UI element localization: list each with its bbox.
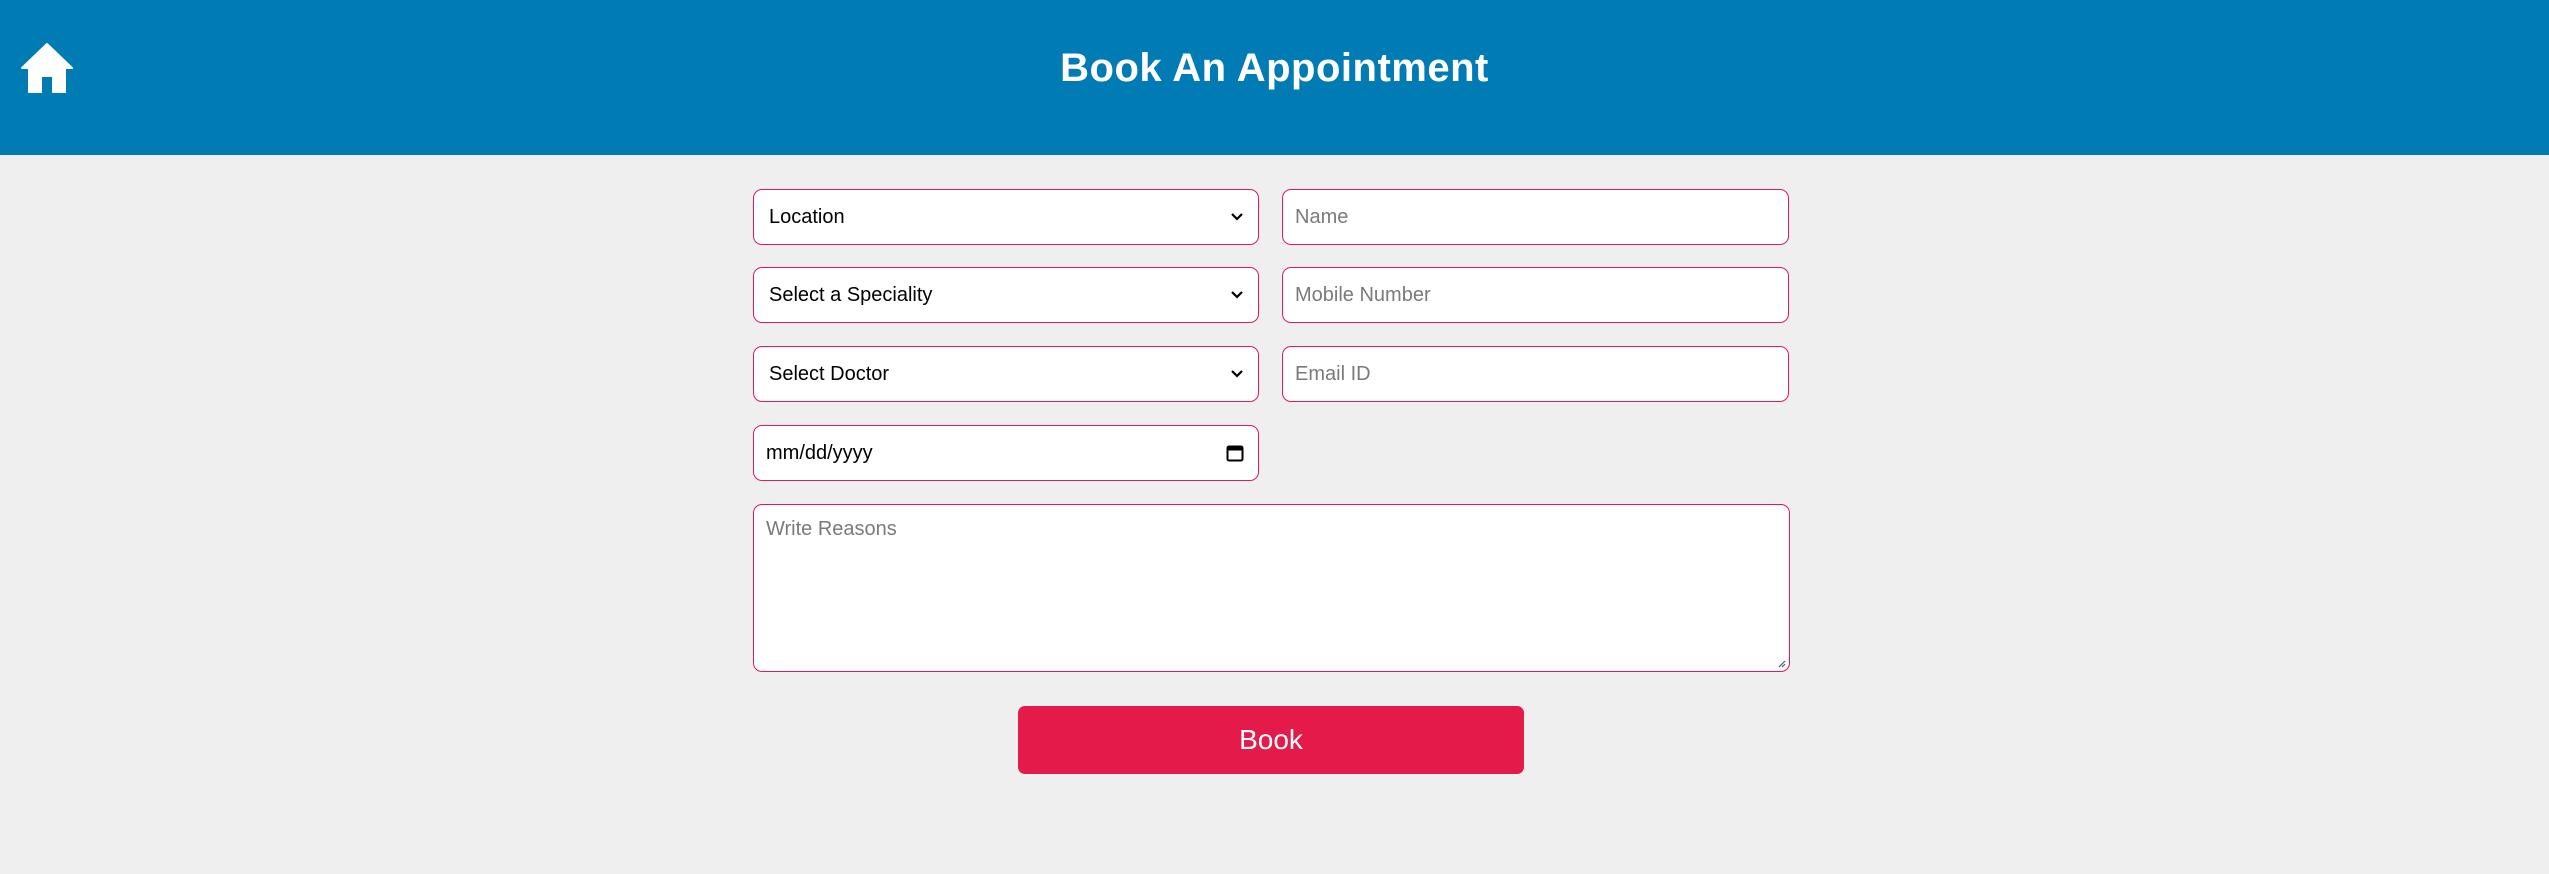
resize-handle-icon[interactable] <box>1776 658 1786 668</box>
date-input-value: mm/dd/yyyy <box>766 441 873 464</box>
chevron-down-icon <box>1231 213 1243 221</box>
email-field-placeholder: Email ID <box>1295 362 1371 385</box>
name-field-placeholder: Name <box>1295 205 1349 228</box>
name-field[interactable]: Name <box>1282 189 1789 245</box>
location-select-value: Location <box>769 205 845 228</box>
email-field[interactable]: Email ID <box>1282 346 1789 402</box>
date-input[interactable]: mm/dd/yyyy <box>753 425 1259 481</box>
speciality-select[interactable]: Select a Speciality <box>753 267 1259 323</box>
page-title: Book An Appointment <box>1060 46 1489 90</box>
reasons-textarea[interactable]: Write Reasons <box>753 504 1790 672</box>
mobile-number-field[interactable]: Mobile Number <box>1282 267 1789 323</box>
calendar-icon[interactable] <box>1226 444 1244 462</box>
doctor-select-value: Select Doctor <box>769 362 890 385</box>
speciality-select-value: Select a Speciality <box>769 283 933 306</box>
chevron-down-icon <box>1231 291 1243 299</box>
doctor-select[interactable]: Select Doctor <box>753 346 1259 402</box>
reasons-placeholder: Write Reasons <box>766 518 897 540</box>
location-select[interactable]: Location <box>753 189 1259 245</box>
book-button[interactable]: Book <box>1018 706 1524 774</box>
header-bar: Book An Appointment <box>0 0 2549 155</box>
mobile-number-placeholder: Mobile Number <box>1295 283 1431 306</box>
chevron-down-icon <box>1231 370 1243 378</box>
